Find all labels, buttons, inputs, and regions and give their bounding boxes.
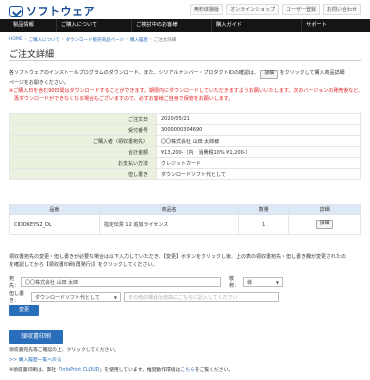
proviso-label: 但し書き： bbox=[9, 291, 25, 304]
honorific-select[interactable]: 様 ▼ bbox=[243, 277, 283, 287]
breadcrumb-sep: › bbox=[149, 37, 152, 42]
table-row: CIDDKEYS2_DL 指定伝票 12 追加ライセンス 1 詳細 bbox=[9, 214, 361, 235]
foot-note-b: 」を使用しています。推奨動作環境は bbox=[99, 368, 181, 373]
breadcrumb: HOME › ご購入について › ダウンロード販売商品ページ › 購入履歴 › ご注文詳… bbox=[9, 37, 176, 43]
receipt-instructions: 領収書宛先の変更・但し書きが必要な場合は以下入力していただき、【変更】ボタンをク… bbox=[9, 253, 361, 269]
order-key: ご注文日 bbox=[9, 113, 157, 125]
logo-mark-icon bbox=[9, 5, 23, 17]
item-qty: 1 bbox=[238, 214, 290, 235]
col-header-name: 商品名 bbox=[98, 204, 240, 215]
intro-text-1a: 各ソフトウェアのインストールプログラムのダウンロード、また、シリアルナンバー・プ… bbox=[9, 70, 259, 76]
foot-note-c: をご覧ください。 bbox=[194, 368, 234, 373]
col-header-code: 品番 bbox=[9, 204, 100, 215]
honorific-value: 様 bbox=[247, 279, 253, 286]
chevron-down-icon: ▼ bbox=[275, 279, 279, 285]
breadcrumb-home[interactable]: HOME bbox=[9, 37, 23, 43]
order-value: 3000000304690 bbox=[156, 124, 361, 136]
global-nav: 製品情報 ご購入について ご検討中のお客様 購入ガイド サポート bbox=[0, 19, 370, 32]
title-divider bbox=[9, 60, 361, 61]
intro-text: 各ソフトウェアのインストールプログラムのダウンロード、また、シリアルナンバー・プ… bbox=[9, 69, 364, 103]
breadcrumb-history[interactable]: 購入履歴 bbox=[130, 37, 148, 43]
order-summary-table: ご注文日 2020/05/21 受付番号 3000000304690 ご購入者（… bbox=[9, 113, 361, 180]
breadcrumb-purchase[interactable]: ご購入について bbox=[28, 37, 59, 43]
item-name: 指定伝票 12 追加ライセンス bbox=[98, 214, 240, 235]
order-key: 合計金額 bbox=[9, 146, 157, 158]
proviso-placeholder: その他の場合は自由にこちらに記入してください bbox=[128, 294, 238, 301]
gnav-item-products[interactable]: 製品情報 bbox=[9, 19, 57, 32]
order-row-total: 合計金額 ¥13,200-（内 消費税10% ¥1,200-） bbox=[9, 146, 361, 158]
logo-text: ソフトウェア bbox=[26, 5, 95, 18]
inline-detail-button: 詳細 bbox=[260, 70, 279, 79]
print-note: 領収書宛先等ご確認の上、クリックしてください。 bbox=[9, 348, 120, 353]
honorific-label: 敬称： bbox=[229, 276, 240, 289]
print-receipt-button[interactable]: 領収書印刷 bbox=[9, 330, 63, 344]
receipt-note-2: を確認してから【領収書印刷(再発行)】をクリックしてください。 bbox=[9, 262, 158, 268]
site-logo[interactable]: ソフトウェア bbox=[9, 3, 95, 19]
col-header-qty: 数量 bbox=[238, 204, 290, 215]
order-value: ¥13,200-（内 消費税10% ¥1,200-） bbox=[156, 146, 361, 158]
proviso-free-input[interactable]: その他の場合は自由にこちらに記入してください bbox=[124, 292, 279, 302]
addressee-input[interactable]: 〇〇株式会社 山田 太郎 bbox=[21, 277, 221, 287]
intro-line-2: ページをお開きください。 bbox=[9, 79, 69, 86]
site-header: ソフトウェア 無料体験版 オンラインショップ ユーザー登録 お問い合わせ bbox=[0, 0, 370, 18]
intro-text-1b: をクリックして購入商品詳細 bbox=[279, 70, 345, 76]
order-row-date: ご注文日 2020/05/21 bbox=[9, 113, 361, 125]
warning-line-1: ※ご購入日を含む90日間はダウンロードすることができます。期限内にダウンロードし… bbox=[9, 87, 364, 94]
footer-note: ※領収書印刷は、弊社「InfoPrint CLOUD」を使用しています。推奨動作… bbox=[9, 366, 233, 373]
order-row-number: 受付番号 3000000304690 bbox=[9, 124, 361, 136]
breadcrumb-sep: › bbox=[24, 37, 27, 42]
util-link-contact[interactable]: お問い合わせ bbox=[322, 4, 361, 15]
order-key: 受付番号 bbox=[9, 124, 157, 136]
receipt-note-1: 領収書宛先の変更・但し書きが必要な場合は以下入力していただき、【変更】ボタンをク… bbox=[9, 254, 347, 260]
warning-line-2: 再ダウンロードができなくなる場合もございますので、必ずお客様ご自身で保管をお願い… bbox=[9, 95, 234, 102]
breadcrumb-download-products[interactable]: ダウンロード販売商品ページ bbox=[66, 37, 124, 43]
proviso-value: ダウンロードソフト代として bbox=[35, 294, 100, 301]
order-row-proviso: 但し書き ダウンロードソフト代として bbox=[9, 168, 361, 180]
order-key: ご購入者（領収書宛先） bbox=[9, 135, 157, 147]
infoprint-link[interactable]: InfoPrint CLOUD bbox=[61, 368, 99, 373]
intro-line-1: 各ソフトウェアのインストールプログラムのダウンロード、また、シリアルナンバー・プ… bbox=[9, 69, 361, 79]
proviso-row: 但し書き： ダウンロードソフト代として ▼ その他の場合は自由にこちらに記入して… bbox=[9, 290, 279, 304]
util-link-trial[interactable]: 無料体験版 bbox=[190, 4, 224, 15]
item-code: CIDDKEYS2_DL bbox=[9, 214, 100, 235]
util-link-shop[interactable]: オンラインショップ bbox=[226, 4, 280, 15]
util-link-register[interactable]: ユーザー登録 bbox=[282, 4, 320, 15]
order-value: 〇〇株式会社 山田 太郎様 bbox=[156, 135, 361, 147]
breadcrumb-sep: › bbox=[61, 37, 64, 42]
gnav-item-purchase[interactable]: ご購入について bbox=[57, 19, 132, 32]
breadcrumb-current: ご注文詳細 bbox=[153, 38, 177, 43]
order-value: ダウンロードソフト代として bbox=[156, 168, 361, 180]
page-title: ご注文詳細 bbox=[9, 50, 55, 60]
order-row-payment: お支払い方法 クレジットカード bbox=[9, 157, 361, 169]
addressee-row: 宛先： 〇〇株式会社 山田 太郎 敬称： 様 ▼ bbox=[9, 275, 283, 289]
foot-note-a: ※領収書印刷は、弊社「 bbox=[9, 368, 61, 373]
order-row-purchaser: ご購入者（領収書宛先） 〇〇株式会社 山田 太郎様 bbox=[9, 135, 361, 147]
gnav-item-considering[interactable]: ご検討中のお客様 bbox=[132, 19, 212, 32]
gnav-item-guide[interactable]: 購入ガイド bbox=[212, 19, 302, 32]
order-key: お支払い方法 bbox=[9, 157, 157, 169]
order-value: 2020/05/21 bbox=[156, 113, 361, 125]
back-to-history-link[interactable]: >> 購入履歴一覧へ戻る bbox=[9, 356, 62, 363]
breadcrumb-sep: › bbox=[126, 37, 128, 42]
addressee-label: 宛先： bbox=[9, 276, 20, 289]
order-value: クレジットカード bbox=[156, 157, 361, 169]
gnav-item-support[interactable]: サポート bbox=[302, 19, 362, 32]
change-button[interactable]: 変更 bbox=[9, 305, 39, 316]
order-key: 但し書き bbox=[9, 168, 157, 180]
proviso-select[interactable]: ダウンロードソフト代として ▼ bbox=[31, 292, 121, 302]
utility-nav: 無料体験版 オンラインショップ ユーザー登録 お問い合わせ bbox=[190, 4, 361, 15]
col-header-detail: 詳細 bbox=[288, 204, 361, 215]
items-table: 品番 商品名 数量 詳細 CIDDKEYS2_DL 指定伝票 12 追加ライセン… bbox=[9, 204, 361, 235]
items-header-row: 品番 商品名 数量 詳細 bbox=[9, 204, 361, 215]
chevron-down-icon: ▼ bbox=[113, 294, 117, 300]
item-detail-cell: 詳細 bbox=[288, 214, 361, 235]
item-detail-button[interactable]: 詳細 bbox=[315, 220, 334, 229]
requirements-link[interactable]: こちら bbox=[180, 368, 194, 373]
addressee-value: 〇〇株式会社 山田 太郎 bbox=[25, 279, 79, 286]
